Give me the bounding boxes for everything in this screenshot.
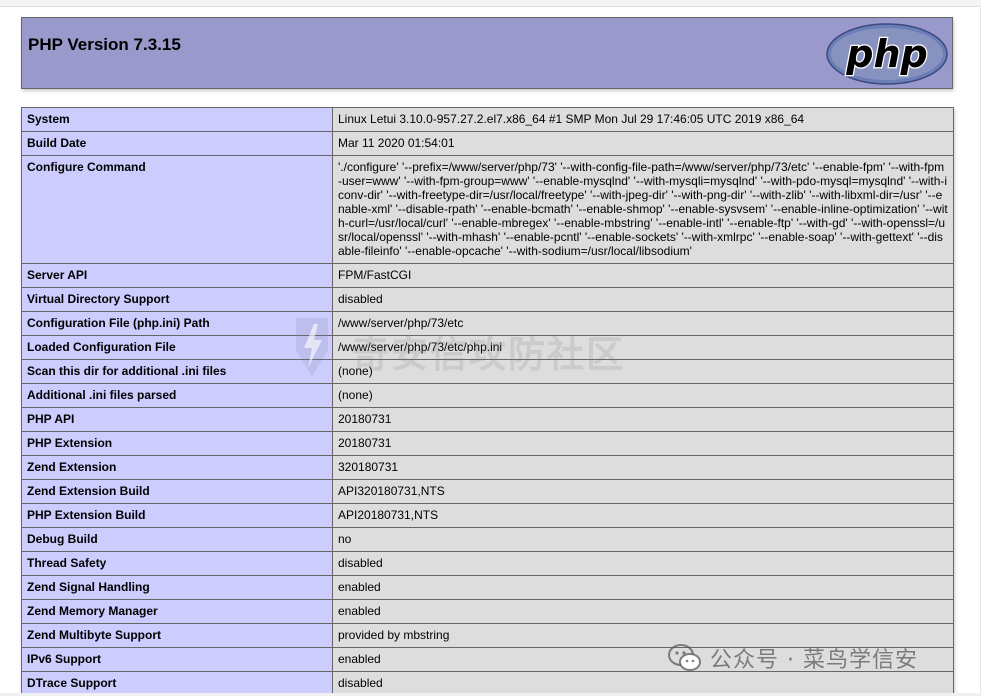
setting-name: Loaded Configuration File xyxy=(21,335,333,360)
table-row: System Linux Letui 3.10.0-957.27.2.el7.x8… xyxy=(21,107,954,132)
table-row: Zend Extension 320180731 xyxy=(21,455,954,480)
top-divider xyxy=(0,0,981,7)
setting-value: /www/server/php/73/etc xyxy=(332,311,954,336)
table-row: DTrace Support disabled xyxy=(21,671,954,696)
setting-value: './configure' '--prefix=/www/server/php/… xyxy=(332,155,954,264)
table-row: PHP API 20180731 xyxy=(21,407,954,432)
setting-name: Zend Extension xyxy=(21,455,333,480)
setting-value: (none) xyxy=(332,359,954,384)
setting-value: API20180731,NTS xyxy=(332,503,954,528)
table-row: PHP Extension Build API20180731,NTS xyxy=(21,503,954,528)
setting-name: Zend Memory Manager xyxy=(21,599,333,624)
page-title: PHP Version 7.3.15 xyxy=(28,35,181,54)
phpinfo-page: PHP Version 7.3.15 php System Linux Letui… xyxy=(0,0,981,696)
setting-name: System xyxy=(21,107,333,132)
setting-name: Debug Build xyxy=(21,527,333,552)
setting-value: API320180731,NTS xyxy=(332,479,954,504)
setting-value: enabled xyxy=(332,599,954,624)
setting-name: Build Date xyxy=(21,131,333,156)
table-row: Server API FPM/FastCGI xyxy=(21,263,954,288)
setting-name: Configuration File (php.ini) Path xyxy=(21,311,333,336)
setting-name: Server API xyxy=(21,263,333,288)
php-version-header: PHP Version 7.3.15 php xyxy=(21,17,953,89)
table-row: Loaded Configuration File/www/server/php… xyxy=(21,335,954,360)
setting-name: DTrace Support xyxy=(21,671,333,696)
setting-value: disabled xyxy=(332,671,954,696)
setting-value: /www/server/php/73/etc/php.ini xyxy=(332,335,954,360)
table-row: Debug Build no xyxy=(21,527,954,552)
setting-name: IPv6 Support xyxy=(21,647,333,672)
setting-value: 320180731 xyxy=(332,455,954,480)
table-row: Zend Memory Manager enabled xyxy=(21,599,954,624)
table-row: PHP Extension 20180731 xyxy=(21,431,954,456)
table-row: Additional .ini files parsed (none) xyxy=(21,383,954,408)
setting-value: Mar 11 2020 01:54:01 xyxy=(332,131,954,156)
setting-value: FPM/FastCGI xyxy=(332,263,954,288)
setting-name: Configure Command xyxy=(21,155,333,264)
table-row: Virtual Directory Support disabled xyxy=(21,287,954,312)
setting-value: 20180731 xyxy=(332,407,954,432)
setting-name: PHP Extension Build xyxy=(21,503,333,528)
table-row: Build Date Mar 11 2020 01:54:01 xyxy=(21,131,954,156)
setting-name: Virtual Directory Support xyxy=(21,287,333,312)
setting-value: disabled xyxy=(332,287,954,312)
setting-value: disabled xyxy=(332,551,954,576)
table-row: Configure Command './configure' '--prefix… xyxy=(21,155,954,264)
setting-name: Additional .ini files parsed xyxy=(21,383,333,408)
setting-value: enabled xyxy=(332,647,954,672)
table-row: Zend Extension Build API320180731,NTS xyxy=(21,479,954,504)
table-row: Thread Safety disabled xyxy=(21,551,954,576)
php-logo: php xyxy=(826,23,948,85)
setting-name: Zend Signal Handling xyxy=(21,575,333,600)
setting-name: Zend Multibyte Support xyxy=(21,623,333,648)
setting-value: 20180731 xyxy=(332,431,954,456)
setting-name: Thread Safety xyxy=(21,551,333,576)
setting-name: PHP Extension xyxy=(21,431,333,456)
php-info-table: System Linux Letui 3.10.0-957.27.2.el7.x8… xyxy=(21,107,954,696)
setting-value: Linux Letui 3.10.0-957.27.2.el7.x86_64 #… xyxy=(332,107,954,132)
setting-value: no xyxy=(332,527,954,552)
setting-value: enabled xyxy=(332,575,954,600)
php-logo-text: php xyxy=(845,32,927,76)
setting-name: Zend Extension Build xyxy=(21,479,333,504)
table-row: Zend Signal Handling enabled xyxy=(21,575,954,600)
table-row: Zend Multibyte Support provided by mbstri… xyxy=(21,623,954,648)
table-row: IPv6 Support enabled xyxy=(21,647,954,672)
setting-name: PHP API xyxy=(21,407,333,432)
table-row: Configuration File (php.ini) Path/www/se… xyxy=(21,311,954,336)
setting-value: (none) xyxy=(332,383,954,408)
setting-value: provided by mbstring xyxy=(332,623,954,648)
setting-name: Scan this dir for additional .ini files xyxy=(21,359,333,384)
table-row: Scan this dir for additional .ini files(… xyxy=(21,359,954,384)
